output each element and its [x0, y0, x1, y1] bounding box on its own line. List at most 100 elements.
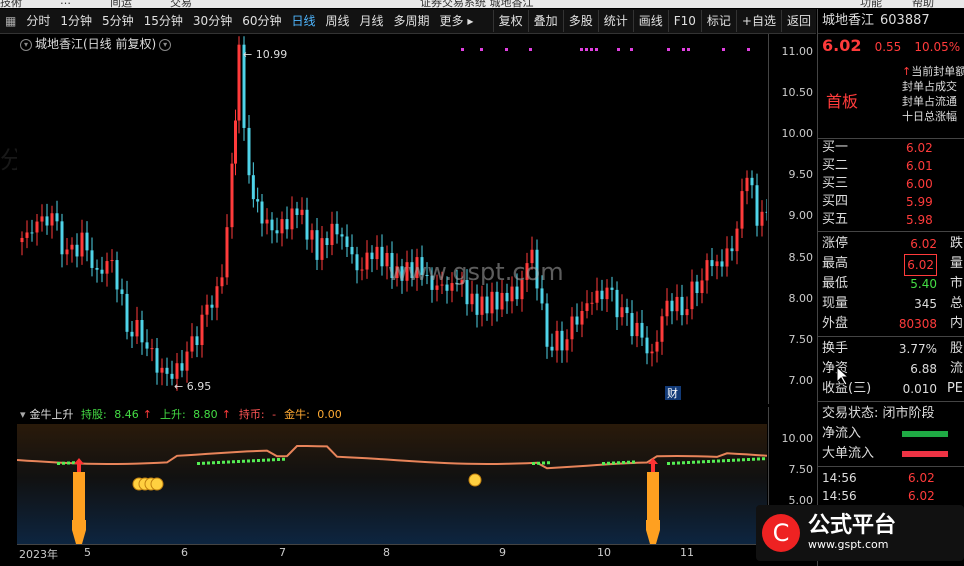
candle [50, 213, 54, 226]
period-button[interactable]: 周线 [321, 10, 355, 32]
candle [325, 238, 329, 246]
arrow-up-icon: ↑ [902, 65, 912, 78]
candle [480, 296, 484, 315]
top-menu-item[interactable]: 证券交易系统 城地香江 [420, 0, 534, 8]
flow-bar [902, 431, 948, 437]
candle [540, 288, 544, 304]
price-change-pct: 10.05% [914, 40, 961, 54]
toolbar-button[interactable]: F10 [667, 10, 701, 32]
stat-label: 最低 [822, 276, 849, 291]
price-change: 0.55 [874, 40, 902, 54]
period-button[interactable]: 5分钟 [97, 10, 139, 32]
gspt-watermark: www.gspt.com [388, 258, 564, 286]
candle [560, 330, 564, 351]
bid-row[interactable]: 买四 5.99 [818, 193, 964, 211]
top-menu-item[interactable]: 功能 [860, 0, 882, 8]
grid-icon[interactable]: ▦ [0, 10, 21, 32]
toolbar-button[interactable]: 叠加 [527, 10, 563, 32]
quote-panel: 城地香江 603887 6.02 0.55 10.05% 首板 ↑当前封单额 封单… [817, 9, 964, 566]
period-button[interactable]: 60分钟 [237, 10, 286, 32]
candle [230, 163, 234, 228]
top-menu-item[interactable]: 技術 [0, 0, 22, 8]
period-button[interactable]: 更多 ▸ [435, 10, 479, 32]
price-tick-label: 9.50 [788, 168, 814, 182]
period-button[interactable]: 15分钟 [139, 10, 188, 32]
candle [185, 351, 189, 371]
flow-label: 大单流入 [822, 446, 875, 461]
candle [550, 346, 554, 351]
candle [515, 286, 519, 300]
top-menu-item[interactable]: 间运 [110, 0, 132, 8]
period-button[interactable]: 1分钟 [55, 10, 97, 32]
candle [725, 248, 729, 267]
candle [745, 177, 749, 192]
price-tick-label: 10.50 [781, 86, 814, 100]
candlestick-chart[interactable]: ← 10.99 ← 6.95 财 [17, 34, 767, 404]
indicator-item: 持股: 8.46 ↑ [81, 408, 156, 421]
stat-value: 345 [914, 297, 937, 311]
candle [500, 292, 504, 310]
candle [220, 277, 224, 287]
toolbar-button[interactable]: 标记 [700, 10, 736, 32]
time-tick-label: 9 [499, 546, 506, 559]
bid-label: 买四 [822, 194, 849, 209]
price-tick-label: 11.00 [781, 45, 814, 58]
arrow-up-icon: ↑ [142, 408, 152, 421]
bid-row[interactable]: 买五 5.98 [818, 211, 964, 229]
candle [365, 252, 369, 270]
candle [380, 246, 384, 267]
candle [330, 223, 334, 246]
toolbar-button[interactable]: 画线 [632, 10, 668, 32]
candle [45, 216, 49, 226]
candle [345, 236, 349, 247]
toolbar-button[interactable]: 返回 [780, 10, 816, 32]
candle [640, 322, 644, 338]
indicator-chart[interactable] [17, 424, 767, 544]
stat-ext-label: 股 [949, 341, 963, 356]
candle [510, 286, 514, 302]
period-button[interactable]: 多周期 [389, 10, 435, 32]
toolbar-button[interactable]: +自选 [735, 10, 781, 32]
candle [60, 221, 64, 255]
bid-row[interactable]: 买二 6.01 [818, 157, 964, 175]
bid-row[interactable]: 买一 6.02 [818, 139, 964, 157]
period-button[interactable]: 月线 [355, 10, 389, 32]
toolbar-button[interactable]: 统计 [597, 10, 633, 32]
candle [565, 339, 569, 351]
period-button[interactable]: 日线 [286, 10, 320, 32]
top-menu-item[interactable]: 交易 [170, 0, 192, 8]
stat-value: 6.88 [910, 362, 937, 376]
chevron-down-icon[interactable]: ▾ [20, 38, 32, 51]
indicator-header: ▾ 金牛上升 持股: 8.46 ↑ 上升: 8.80 ↑ 持币: - 金牛: 0.00 [20, 406, 354, 422]
gspt-logo: C 公式平台 www.gspt.com [756, 505, 964, 561]
candle [435, 285, 439, 290]
toolbar-button[interactable]: 多股 [562, 10, 598, 32]
bid-row[interactable]: 买三 6.00 [818, 175, 964, 193]
chevron-down-icon[interactable]: ▾ [20, 408, 26, 421]
candle [210, 304, 214, 308]
trade-status-text: 交易状态: 闭市阶段 [822, 406, 935, 421]
period-button[interactable]: 分时 [21, 10, 55, 32]
price-tick-label: 8.00 [788, 291, 814, 305]
candle [585, 303, 589, 311]
finance-marker-label: 财 [667, 386, 678, 400]
bid-label: 买二 [822, 158, 849, 173]
candle [265, 219, 269, 224]
candle [655, 341, 659, 352]
note-text: 当前封单额 [911, 65, 964, 78]
candle [247, 127, 251, 176]
candle [575, 316, 579, 325]
period-button[interactable]: 30分钟 [188, 10, 237, 32]
bid-price: 6.00 [906, 177, 933, 191]
indicator-item-value: 8.80 [189, 408, 218, 421]
top-menu-item[interactable]: 帮助 [912, 0, 934, 8]
trade-status: 交易状态: 闭市阶段 [818, 404, 964, 424]
candle [360, 269, 364, 271]
top-menu-item[interactable]: … [60, 0, 71, 7]
candle [705, 260, 709, 281]
chevron-down-icon[interactable]: ▾ [159, 38, 172, 51]
candle [234, 120, 237, 164]
flow-label: 净流入 [822, 426, 862, 441]
toolbar-button[interactable]: 复权 [492, 10, 528, 32]
stat-row: 最低 5.40 市 [818, 274, 964, 294]
